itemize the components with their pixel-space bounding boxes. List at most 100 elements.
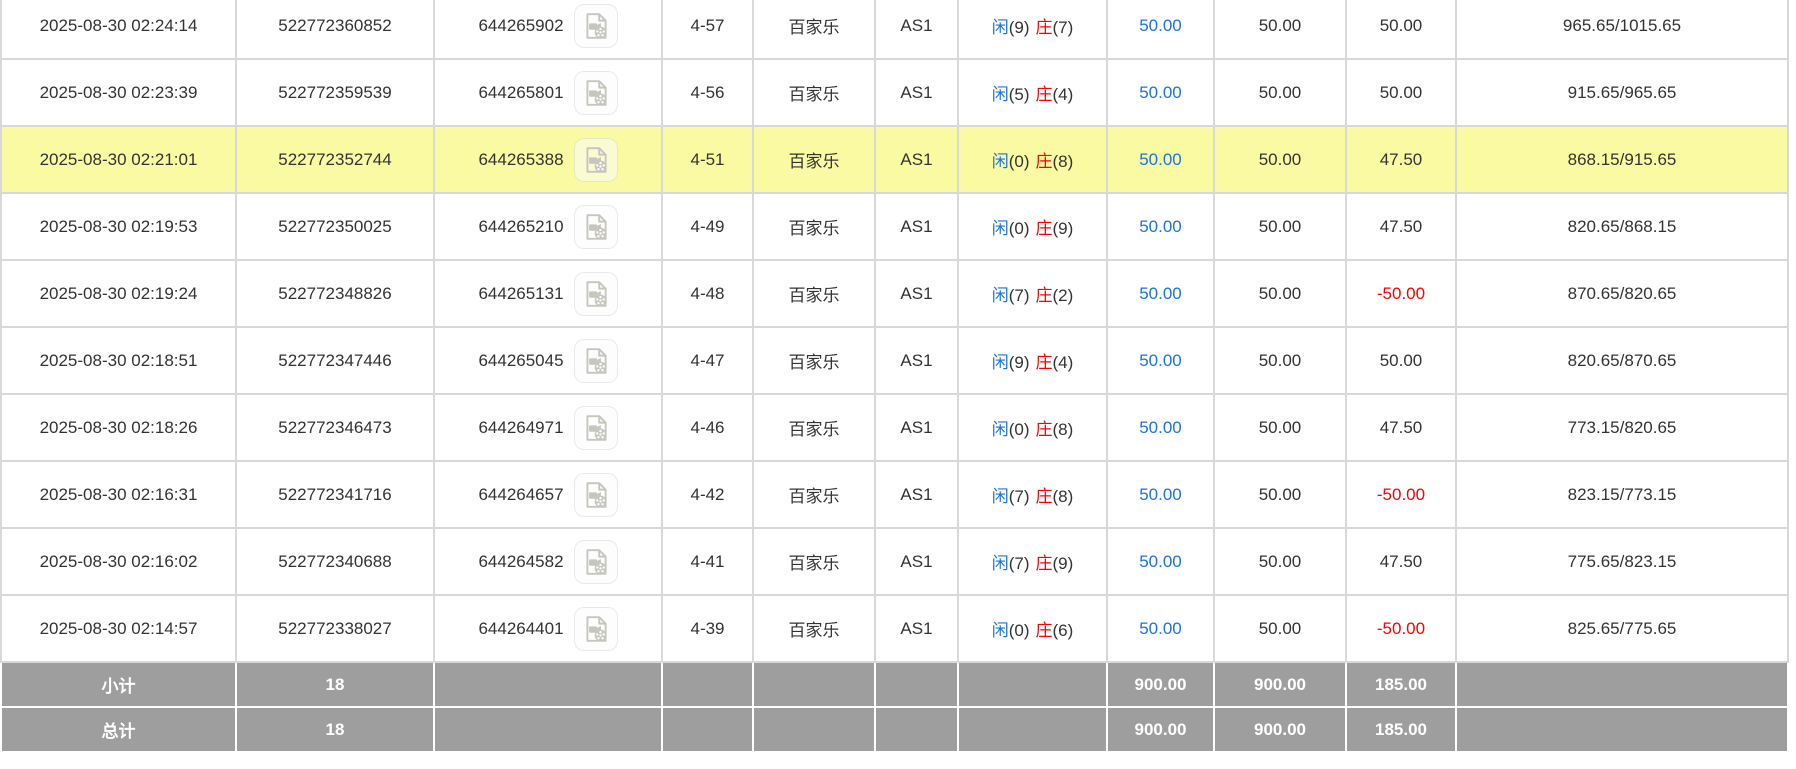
video-file-icon xyxy=(581,480,611,510)
win-loss-cell: 47.50 xyxy=(1346,528,1456,595)
game-no-cell: 644265131 xyxy=(434,260,662,327)
bet-amount-cell: 50.00 xyxy=(1107,461,1214,528)
video-button[interactable] xyxy=(574,205,618,249)
banker-score: (8) xyxy=(1053,420,1074,439)
table-row[interactable]: 2025-08-30 02:16:31 522772341716 6442646… xyxy=(1,461,1788,528)
summary-win-loss-cell: 185.00 xyxy=(1346,662,1456,707)
time-cell: 2025-08-30 02:19:53 xyxy=(1,193,236,260)
time-cell: 2025-08-30 02:19:24 xyxy=(1,260,236,327)
table-row[interactable]: 2025-08-30 02:21:01 522772352744 6442653… xyxy=(1,126,1788,193)
table-row[interactable]: 2025-08-30 02:19:53 522772350025 6442652… xyxy=(1,193,1788,260)
video-file-icon xyxy=(581,78,611,108)
result-cell: 闲(0)庄(6) xyxy=(958,595,1107,662)
game-no-text: 644265045 xyxy=(478,351,563,371)
result-cell: 闲(9)庄(4) xyxy=(958,327,1107,394)
game-no-cell: 644265045 xyxy=(434,327,662,394)
banker-label: 庄 xyxy=(1036,554,1053,573)
game-no-cell: 644264971 xyxy=(434,394,662,461)
table-row[interactable]: 2025-08-30 02:18:51 522772347446 6442650… xyxy=(1,327,1788,394)
table-name-cell: AS1 xyxy=(875,327,958,394)
game-name-cell: 百家乐 xyxy=(753,0,875,59)
order-no-cell: 522772359539 xyxy=(236,59,434,126)
video-file-icon xyxy=(581,413,611,443)
game-no-text: 644265902 xyxy=(478,16,563,36)
balance-cell: 775.65/823.15 xyxy=(1456,528,1788,595)
table-row[interactable]: 2025-08-30 02:24:14 522772360852 6442659… xyxy=(1,0,1788,59)
valid-bet-cell: 50.00 xyxy=(1214,260,1346,327)
video-file-icon xyxy=(581,614,611,644)
valid-bet-cell: 50.00 xyxy=(1214,0,1346,59)
summary-empty-cell xyxy=(662,662,753,707)
valid-bet-cell: 50.00 xyxy=(1214,394,1346,461)
round-cell: 4-42 xyxy=(662,461,753,528)
video-file-icon xyxy=(581,547,611,577)
table-row[interactable]: 2025-08-30 02:23:39 522772359539 6442658… xyxy=(1,59,1788,126)
bet-amount-link[interactable]: 50.00 xyxy=(1139,418,1182,437)
round-cell: 4-51 xyxy=(662,126,753,193)
order-no-cell: 522772341716 xyxy=(236,461,434,528)
bet-amount-link[interactable]: 50.00 xyxy=(1139,217,1182,236)
valid-bet-cell: 50.00 xyxy=(1214,59,1346,126)
game-no-cell: 644264582 xyxy=(434,528,662,595)
video-file-icon xyxy=(581,11,611,41)
valid-bet-cell: 50.00 xyxy=(1214,528,1346,595)
video-button[interactable] xyxy=(574,138,618,182)
time-cell: 2025-08-30 02:14:57 xyxy=(1,595,236,662)
round-cell: 4-48 xyxy=(662,260,753,327)
video-button[interactable] xyxy=(574,607,618,651)
player-label: 闲 xyxy=(992,353,1009,372)
summary-rows: 小计 18 900.00 900.00 185.00 总计 18 900.00 … xyxy=(1,662,1788,752)
player-label: 闲 xyxy=(992,554,1009,573)
bet-amount-link[interactable]: 50.00 xyxy=(1139,552,1182,571)
time-cell: 2025-08-30 02:18:51 xyxy=(1,327,236,394)
bet-amount-link[interactable]: 50.00 xyxy=(1139,619,1182,638)
bet-amount-cell: 50.00 xyxy=(1107,260,1214,327)
table-row[interactable]: 2025-08-30 02:19:24 522772348826 6442651… xyxy=(1,260,1788,327)
video-button[interactable] xyxy=(574,272,618,316)
time-cell: 2025-08-30 02:24:14 xyxy=(1,0,236,59)
balance-cell: 915.65/965.65 xyxy=(1456,59,1788,126)
table-row[interactable]: 2025-08-30 02:18:26 522772346473 6442649… xyxy=(1,394,1788,461)
banker-label: 庄 xyxy=(1036,85,1053,104)
summary-empty-cell xyxy=(875,662,958,707)
player-label: 闲 xyxy=(992,420,1009,439)
summary-win-loss-cell: 185.00 xyxy=(1346,707,1456,752)
video-button[interactable] xyxy=(574,540,618,584)
bet-amount-link[interactable]: 50.00 xyxy=(1139,83,1182,102)
banker-label: 庄 xyxy=(1036,621,1053,640)
result-cell: 闲(7)庄(2) xyxy=(958,260,1107,327)
banker-label: 庄 xyxy=(1036,353,1053,372)
round-cell: 4-46 xyxy=(662,394,753,461)
summary-empty-cell xyxy=(958,662,1107,707)
bet-amount-link[interactable]: 50.00 xyxy=(1139,351,1182,370)
win-loss-cell: 47.50 xyxy=(1346,193,1456,260)
summary-bet-cell: 900.00 xyxy=(1107,662,1214,707)
game-name-cell: 百家乐 xyxy=(753,461,875,528)
bet-amount-link[interactable]: 50.00 xyxy=(1139,284,1182,303)
video-button[interactable] xyxy=(574,4,618,48)
player-score: (7) xyxy=(1009,554,1030,573)
video-file-icon xyxy=(581,212,611,242)
player-score: (0) xyxy=(1009,219,1030,238)
video-button[interactable] xyxy=(574,406,618,450)
video-button[interactable] xyxy=(574,71,618,115)
summary-empty-cell xyxy=(875,707,958,752)
bet-amount-link[interactable]: 50.00 xyxy=(1139,150,1182,169)
table-row[interactable]: 2025-08-30 02:16:02 522772340688 6442645… xyxy=(1,528,1788,595)
bet-amount-link[interactable]: 50.00 xyxy=(1139,485,1182,504)
video-button[interactable] xyxy=(574,473,618,517)
bet-amount-link[interactable]: 50.00 xyxy=(1139,16,1182,35)
banker-score: (9) xyxy=(1053,219,1074,238)
table-row[interactable]: 2025-08-30 02:14:57 522772338027 6442644… xyxy=(1,595,1788,662)
banker-score: (4) xyxy=(1053,353,1074,372)
win-loss-cell: 50.00 xyxy=(1346,327,1456,394)
summary-empty-cell xyxy=(753,707,875,752)
game-no-text: 644265801 xyxy=(478,83,563,103)
table-name-cell: AS1 xyxy=(875,394,958,461)
valid-bet-cell: 50.00 xyxy=(1214,126,1346,193)
game-name-cell: 百家乐 xyxy=(753,59,875,126)
win-loss-cell: 47.50 xyxy=(1346,126,1456,193)
win-loss-cell: 47.50 xyxy=(1346,394,1456,461)
banker-label: 庄 xyxy=(1036,152,1053,171)
video-button[interactable] xyxy=(574,339,618,383)
